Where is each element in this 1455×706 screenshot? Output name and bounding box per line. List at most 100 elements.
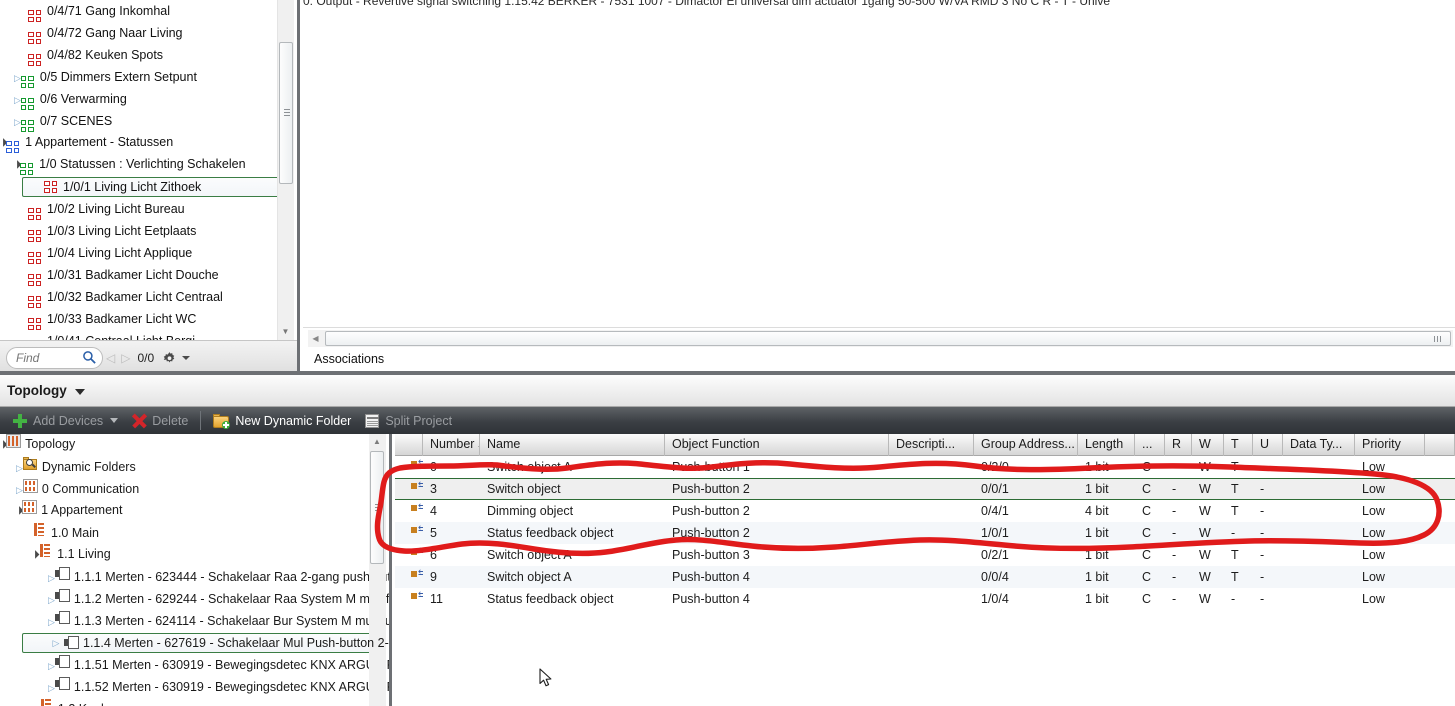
- tree-expander-closed[interactable]: [16, 463, 23, 473]
- column-header-label: Group Address...: [981, 437, 1075, 451]
- magnifier-icon[interactable]: [82, 350, 97, 365]
- topology-tree-item[interactable]: 1.1.3 Merten - 624114 - Schakelaar Bur S…: [0, 610, 389, 632]
- tree-expander-closed[interactable]: [48, 661, 55, 671]
- tree-expander-closed[interactable]: [48, 632, 64, 654]
- topology-tree-item[interactable]: Topology: [0, 434, 389, 456]
- scrollbar-thumb[interactable]: [279, 42, 293, 184]
- column-header-desc[interactable]: Descripti...: [889, 434, 974, 456]
- table-row[interactable]: ⇆ 11 Status feedback object Push-button 4 1/…: [395, 588, 1455, 610]
- topology-tree-item[interactable]: 1.2 Keuken: [0, 698, 389, 706]
- topology-vertical-scrollbar[interactable]: ▲: [369, 434, 386, 706]
- column-header-ga[interactable]: Group Address...: [974, 434, 1078, 456]
- column-header-r[interactable]: R: [1165, 434, 1192, 456]
- group-address-tree-item[interactable]: 1/0/4 Living Licht Applique: [0, 242, 297, 264]
- topology-tree-item[interactable]: 1.1.51 Merten - 630919 - Bewegingsdetec …: [0, 654, 389, 676]
- group-address-tree-item[interactable]: 1/0/3 Living Licht Eetplaats: [0, 220, 297, 242]
- cell-name: Status feedback object: [487, 592, 614, 606]
- cell-length: 1 bit: [1085, 548, 1109, 562]
- chevron-down-icon[interactable]: [110, 418, 119, 423]
- group-address-tree-item[interactable]: 0/4/71 Gang Inkomhal: [0, 0, 297, 22]
- cell-u: -: [1260, 482, 1265, 496]
- topology-tree-item[interactable]: 1.1.4 Merten - 627619 - Schakelaar Mul P…: [0, 632, 389, 654]
- prev-arrow-icon[interactable]: ◁: [106, 351, 115, 365]
- group-address-tree-item[interactable]: 1/0/1 Living Licht Zithoek: [0, 176, 297, 198]
- chevron-down-icon[interactable]: [74, 388, 85, 395]
- tree-expander-closed[interactable]: [14, 73, 21, 83]
- group-address-tree-item[interactable]: 0/7 SCENES: [0, 110, 297, 132]
- column-header-number[interactable]: Number: [423, 434, 480, 456]
- scroll-down-arrow-icon[interactable]: ▼: [278, 324, 293, 340]
- group-address-tree-item[interactable]: 1/0/41 Centraal Licht Bergi...: [0, 330, 297, 340]
- cell-t: -: [1231, 526, 1236, 540]
- topology-tree-item[interactable]: 1.1 Living: [0, 544, 389, 566]
- column-header-t[interactable]: T: [1224, 434, 1253, 456]
- table-row[interactable]: ⇆ 6 Switch object A Push-button 3 0/2/1 1 bit…: [395, 544, 1455, 566]
- column-header-w[interactable]: W: [1192, 434, 1224, 456]
- tree-expander-closed[interactable]: [16, 485, 23, 495]
- gear-icon[interactable]: [162, 351, 177, 366]
- group-address-tree-item[interactable]: 1 Appartement - Statussen: [0, 132, 297, 154]
- table-row[interactable]: ⇆ 0 Switch object A Push-button 1 0/2/0 1 bit…: [395, 456, 1455, 478]
- column-header-icon[interactable]: [395, 434, 423, 456]
- scrollbar-thumb[interactable]: [370, 451, 384, 564]
- group-address-vertical-scrollbar[interactable]: ▼: [277, 0, 294, 340]
- group-address-tree-item[interactable]: 1/0/33 Badkamer Licht WC: [0, 308, 297, 330]
- detail-list-body[interactable]: [303, 12, 1455, 328]
- group-address-label: 1/0/32 Badkamer Licht Centraal: [47, 289, 223, 304]
- cell-desc: [889, 522, 974, 544]
- tab-associations[interactable]: Associations: [306, 349, 402, 371]
- group-address-tree-item[interactable]: 0/5 Dimmers Extern Setpunt: [0, 66, 297, 88]
- group-address-tree-item[interactable]: 0/4/72 Gang Naar Living: [0, 22, 297, 44]
- tree-expander-closed[interactable]: [48, 683, 55, 693]
- detail-horizontal-scrollbar[interactable]: ◀: [308, 330, 1453, 347]
- tree-expander-closed[interactable]: [14, 117, 21, 127]
- table-row[interactable]: ⇆ 9 Switch object A Push-button 4 0/0/4 1 bit…: [395, 566, 1455, 588]
- gear-dropdown-caret-icon[interactable]: [182, 356, 191, 360]
- topology-tree-item[interactable]: 1.1.1 Merten - 623444 - Schakelaar Raa 2…: [0, 566, 389, 588]
- column-header-u[interactable]: U: [1253, 434, 1283, 456]
- column-header-name[interactable]: Name: [480, 434, 665, 456]
- column-header-c[interactable]: ...: [1135, 434, 1165, 456]
- topology-tree-item[interactable]: 0 Communication: [0, 478, 389, 500]
- tree-item-content: 0 Communication: [16, 478, 139, 501]
- split-project-button[interactable]: Split Project: [358, 407, 459, 434]
- cell-name: Status feedback object: [487, 526, 614, 540]
- tree-expander-closed[interactable]: [48, 617, 55, 627]
- delete-button[interactable]: Delete: [125, 407, 195, 434]
- group-address-tree-item[interactable]: 1/0/31 Badkamer Licht Douche: [0, 264, 297, 286]
- cell-c: C: [1142, 482, 1152, 496]
- group-address-tree-item[interactable]: 0/6 Verwarming: [0, 88, 297, 110]
- group-address-tree-item[interactable]: 0/4/82 Keuken Spots: [0, 44, 297, 66]
- column-header-length[interactable]: Length: [1078, 434, 1135, 456]
- topology-tree-item[interactable]: Dynamic Folders: [0, 456, 389, 478]
- cell-function: Push-button 4: [672, 570, 750, 584]
- topology-tree-rows[interactable]: Topology Dynamic Folders 0 Communication 1 …: [0, 434, 389, 706]
- cell-filler: [1425, 544, 1455, 566]
- cell-c: C: [1142, 460, 1152, 474]
- tree-expander-closed[interactable]: [48, 595, 55, 605]
- table-row[interactable]: ⇆ 3 Switch object Push-button 2 0/0/1 1 bit C -…: [395, 478, 1455, 500]
- group-address-tree-item[interactable]: 1/0 Statussen : Verlichting Schakelen: [0, 154, 297, 176]
- topology-tree-item[interactable]: 1.1.2 Merten - 629244 - Schakelaar Raa S…: [0, 588, 389, 610]
- scrollbar-thumb[interactable]: [325, 331, 1451, 346]
- table-row[interactable]: ⇆ 4 Dimming object Push-button 2 0/4/1 4 bit C…: [395, 500, 1455, 522]
- topology-tree-item[interactable]: 1.0 Main: [0, 522, 389, 544]
- scroll-up-arrow-icon[interactable]: ▲: [369, 434, 385, 449]
- topology-tree[interactable]: Topology Dynamic Folders 0 Communication 1 …: [0, 434, 392, 706]
- table-body[interactable]: ⇆ 0 Switch object A Push-button 1 0/2/0 1 bit…: [395, 456, 1455, 610]
- group-address-tree-item[interactable]: 1/0/32 Badkamer Licht Centraal: [0, 286, 297, 308]
- table-row[interactable]: ⇆ 5 Status feedback object Push-button 2 1/0…: [395, 522, 1455, 544]
- add-devices-button[interactable]: Add Devices: [6, 407, 125, 434]
- topology-tree-item[interactable]: 1 Appartement: [0, 500, 389, 522]
- tree-expander-closed[interactable]: [14, 95, 21, 105]
- column-header-datatype[interactable]: Data Ty...: [1283, 434, 1355, 456]
- scroll-left-arrow-icon[interactable]: ◀: [308, 331, 323, 346]
- group-address-tree[interactable]: 0/4/71 Gang Inkomhal 0/4/72 Gang Naar Liv…: [0, 0, 297, 340]
- column-header-function[interactable]: Object Function: [665, 434, 889, 456]
- topology-tree-item[interactable]: 1.1.52 Merten - 630919 - Bewegingsdetec …: [0, 676, 389, 698]
- column-header-priority[interactable]: Priority: [1355, 434, 1425, 456]
- tree-expander-closed[interactable]: [48, 573, 55, 583]
- group-address-tree-item[interactable]: 1/0/2 Living Licht Bureau: [0, 198, 297, 220]
- next-arrow-icon[interactable]: ▷: [121, 351, 130, 365]
- new-dynamic-folder-button[interactable]: New Dynamic Folder: [206, 407, 358, 434]
